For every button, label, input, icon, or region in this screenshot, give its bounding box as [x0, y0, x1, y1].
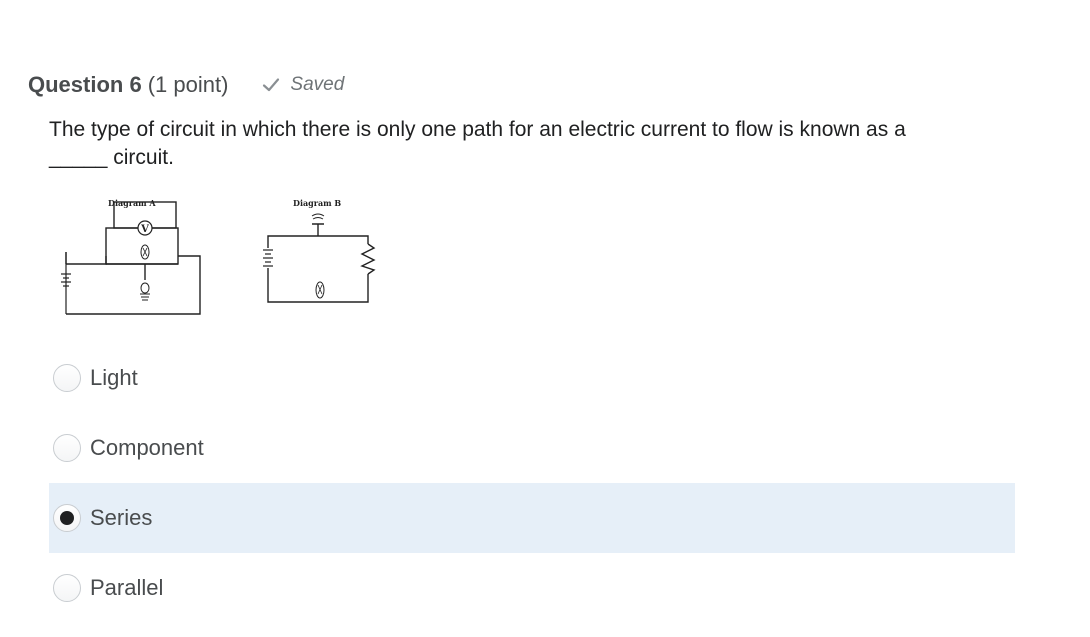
saved-status: Saved: [262, 74, 344, 96]
option-label: Light: [90, 365, 138, 390]
option-label: Component: [90, 435, 204, 460]
circuit-diagrams-image: Diagram A V Diagram B: [46, 190, 396, 320]
diagram-a: Diagram A V: [61, 198, 201, 315]
check-icon: [262, 76, 280, 94]
diagram-b-label: Diagram B: [293, 198, 341, 208]
question-header: Question 6 (1 point) Saved: [28, 70, 344, 100]
diagram-a-meter: V: [140, 224, 149, 235]
radio-button-light[interactable]: [53, 364, 81, 392]
option-light[interactable]: Light: [49, 343, 1015, 413]
question-number: Question 6: [28, 72, 142, 97]
option-label: Parallel: [90, 575, 164, 600]
question-prompt-line-1: The type of circuit in which there is on…: [49, 118, 906, 141]
saved-label: Saved: [290, 74, 345, 95]
option-component[interactable]: Component: [49, 413, 1015, 483]
question-points: (1 point): [147, 72, 229, 97]
diagram-b: Diagram B: [263, 198, 376, 303]
radio-dot-icon: [60, 511, 74, 525]
answer-options: Light Component Series Parallel: [49, 343, 1015, 623]
quiz-page: Question 6 (1 point) Saved The type of c…: [0, 0, 1090, 637]
question-prompt: The type of circuit in which there is on…: [49, 116, 1039, 172]
radio-button-parallel[interactable]: [53, 574, 81, 602]
diagram-a-label: Diagram A: [108, 198, 156, 208]
radio-button-component[interactable]: [53, 434, 81, 462]
option-label: Series: [90, 505, 153, 530]
radio-button-series[interactable]: [53, 504, 81, 532]
option-series[interactable]: Series: [49, 483, 1015, 553]
question-prompt-line-2: _____ circuit.: [49, 146, 174, 169]
option-parallel[interactable]: Parallel: [49, 553, 1015, 623]
